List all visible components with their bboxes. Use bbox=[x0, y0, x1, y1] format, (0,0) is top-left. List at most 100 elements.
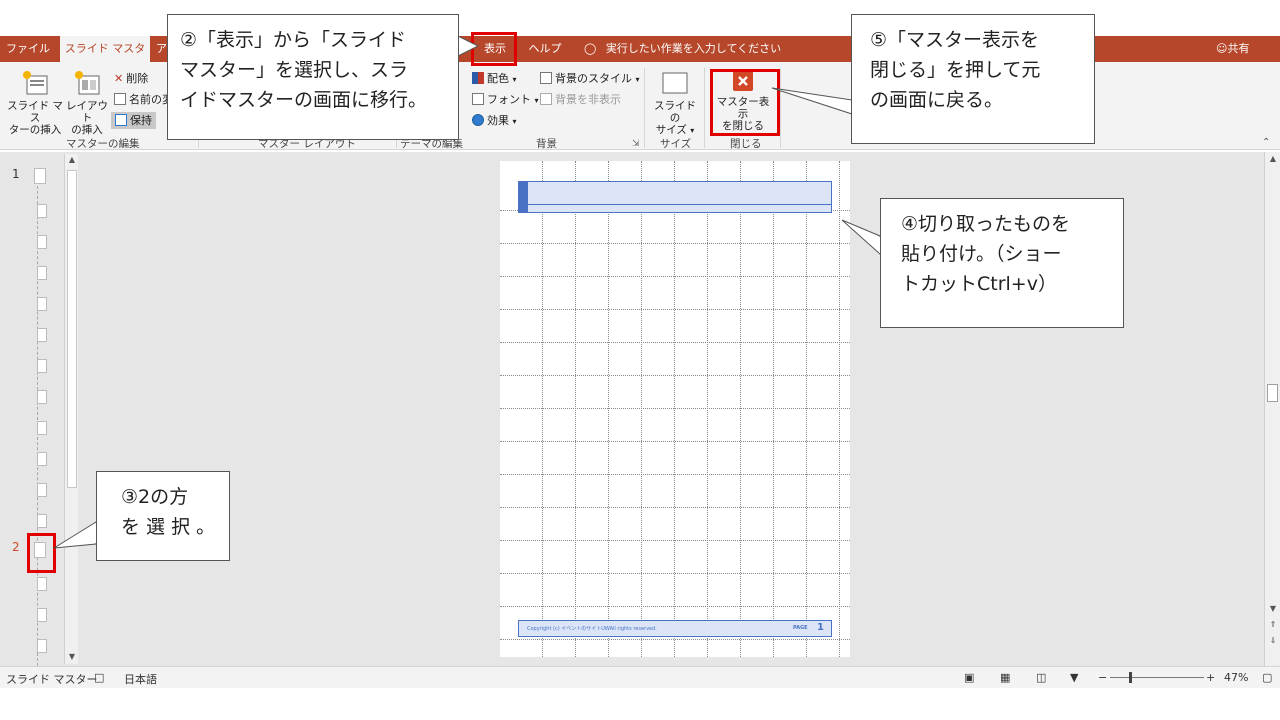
delete-button[interactable]: ✕ 削除 bbox=[114, 72, 148, 85]
rename-button[interactable]: 名前の変 bbox=[114, 93, 173, 106]
highlight-thumbnail-2 bbox=[27, 533, 56, 573]
collapse-ribbon-icon[interactable]: ⌃ bbox=[1262, 136, 1270, 149]
footer-page-number: 1 bbox=[817, 622, 824, 633]
callout-step5-line: ⑤「マスター表示を bbox=[870, 29, 1040, 51]
zoom-level[interactable]: 47% bbox=[1224, 671, 1248, 684]
slide-size-icon bbox=[662, 72, 688, 94]
grid-hline bbox=[500, 507, 850, 508]
hide-background-checkbox[interactable]: 背景を非表示 bbox=[540, 93, 621, 106]
thumbnail-pane: 1 2 ▲ ▼ bbox=[0, 152, 82, 666]
zoom-out-icon[interactable]: − bbox=[1098, 671, 1107, 684]
insert-layout-line1: レイアウト bbox=[66, 100, 108, 124]
grid-vline bbox=[806, 161, 807, 657]
thumbnail-layout[interactable] bbox=[37, 608, 47, 622]
zoom-slider-thumb[interactable] bbox=[1129, 672, 1132, 683]
slide-size-button[interactable]: スライドの サイズ ▾ bbox=[650, 70, 700, 137]
thumbnail-layout[interactable] bbox=[37, 266, 47, 280]
slide-scroll-thumb[interactable] bbox=[1267, 384, 1278, 402]
grid-hline bbox=[500, 606, 850, 607]
callout-step4-line: トカットCtrl+v） bbox=[901, 273, 1057, 295]
thumbnail-scroll-thumb[interactable] bbox=[67, 170, 77, 488]
grid-vline bbox=[707, 161, 708, 657]
checkbox-icon bbox=[540, 93, 552, 105]
grid-hline bbox=[500, 441, 850, 442]
background-styles-button[interactable]: 背景のスタイル ▾ bbox=[540, 72, 640, 86]
footer-copyright: Copyright (c) イベントのサイトUWAll rights reser… bbox=[527, 626, 657, 632]
slide-size-line1: スライドの bbox=[654, 100, 696, 124]
tab-help[interactable]: ヘルプ bbox=[528, 36, 562, 62]
thumbnail-number-2: 2 bbox=[12, 540, 20, 554]
thumbnail-scrollbar[interactable]: ▲ ▼ bbox=[64, 154, 78, 664]
insert-layout-line2: の挿入 bbox=[71, 124, 103, 136]
fit-to-window-icon[interactable]: ▢ bbox=[1262, 671, 1272, 684]
thumbnail-layout[interactable] bbox=[37, 328, 47, 342]
status-view-mode: スライド マスター bbox=[6, 673, 98, 686]
thumbnail-layout[interactable] bbox=[37, 514, 47, 528]
slide-canvas[interactable]: Copyright (c) イベントのサイトUWAll rights reser… bbox=[500, 161, 850, 657]
callout-step4: ④切り取ったものを 貼り付け。（ショー トカットCtrl+v） bbox=[880, 198, 1124, 328]
slide-sorter-icon[interactable]: ▦ bbox=[1000, 671, 1010, 684]
callout-step5-line: の画面に戻る。 bbox=[870, 89, 1004, 111]
scroll-up-icon[interactable]: ▲ bbox=[1266, 154, 1280, 163]
scroll-down-icon[interactable]: ▼ bbox=[1266, 604, 1280, 613]
previous-slide-icon[interactable]: ⇑ bbox=[1266, 620, 1280, 629]
callout-step3-line: を 選 択 。 bbox=[121, 516, 216, 538]
thumbnail-layout[interactable] bbox=[37, 390, 47, 404]
colors-button[interactable]: 配色 ▾ bbox=[472, 72, 517, 86]
background-styles-dropdown-icon: ▾ bbox=[635, 75, 640, 84]
grid-hline bbox=[500, 276, 850, 277]
thumbnail-master-1[interactable] bbox=[34, 168, 46, 184]
insert-slide-master-line2: ターの挿入 bbox=[8, 124, 62, 136]
reading-view-icon[interactable]: ◫ bbox=[1036, 671, 1046, 684]
group-separator bbox=[704, 68, 705, 148]
normal-view-icon[interactable]: ▣ bbox=[964, 671, 974, 684]
preserve-button[interactable]: 保持 bbox=[111, 112, 156, 129]
effects-label: 効果 bbox=[487, 114, 509, 127]
zoom-in-icon[interactable]: + bbox=[1206, 671, 1215, 684]
colors-dropdown-icon: ▾ bbox=[512, 75, 517, 84]
grid-hline bbox=[500, 243, 850, 244]
background-dialog-launcher-icon[interactable]: ⇲ bbox=[632, 138, 640, 151]
group-label-close: 閉じる bbox=[730, 138, 762, 150]
title-underline bbox=[519, 204, 831, 205]
thumbnail-layout[interactable] bbox=[37, 204, 47, 218]
thumbnail-layout[interactable] bbox=[37, 421, 47, 435]
effects-button[interactable]: 効果 ▾ bbox=[472, 114, 517, 128]
tell-me-search[interactable]: ◯ 実行したい作業を入力してください bbox=[584, 36, 781, 62]
thumbnail-layout[interactable] bbox=[37, 235, 47, 249]
insert-layout-button[interactable]: レイアウト の挿入 bbox=[64, 70, 110, 136]
tab-slide-master[interactable]: スライド マスター bbox=[60, 36, 150, 81]
share-button[interactable]: ☺共有 bbox=[1216, 36, 1249, 62]
title-placeholder[interactable] bbox=[518, 181, 832, 213]
accessibility-icon[interactable]: □ bbox=[94, 671, 104, 684]
thumbnail-number-1: 1 bbox=[12, 167, 20, 181]
grid-vline bbox=[740, 161, 741, 657]
callout-step4-line: ④切り取ったものを bbox=[901, 213, 1071, 235]
slideshow-icon[interactable]: ▼ bbox=[1070, 671, 1078, 684]
thumbnail-layout[interactable] bbox=[37, 297, 47, 311]
powerpoint-window: ファイル スライド マスター ア 表示 ヘルプ ◯ 実行したい作業を入力してくだ… bbox=[0, 0, 1280, 720]
insert-slide-master-button[interactable]: スライド マス ターの挿入 bbox=[6, 70, 64, 136]
fonts-label: フォント bbox=[487, 93, 531, 106]
scroll-down-icon[interactable]: ▼ bbox=[65, 652, 79, 661]
scroll-up-icon[interactable]: ▲ bbox=[65, 155, 79, 164]
person-icon: ☺ bbox=[1216, 42, 1228, 55]
effects-dropdown-icon: ▾ bbox=[512, 117, 517, 126]
grid-hline bbox=[500, 408, 850, 409]
next-slide-icon[interactable]: ⇓ bbox=[1266, 636, 1280, 645]
thumbnail-layout[interactable] bbox=[37, 452, 47, 466]
grid-hline bbox=[500, 375, 850, 376]
slide-scrollbar[interactable]: ▲ ▼ ⇑ ⇓ bbox=[1264, 152, 1280, 666]
fonts-button[interactable]: フォント ▾ bbox=[472, 93, 539, 107]
thumbnail-layout[interactable] bbox=[37, 639, 47, 653]
thumbnail-layout[interactable] bbox=[37, 577, 47, 591]
grid-vline bbox=[641, 161, 642, 657]
zoom-slider-track[interactable] bbox=[1110, 677, 1204, 678]
effects-icon bbox=[472, 114, 484, 126]
footer-placeholder[interactable]: Copyright (c) イベントのサイトUWAll rights reser… bbox=[518, 620, 832, 637]
status-language[interactable]: 日本語 bbox=[124, 671, 157, 687]
tab-file[interactable]: ファイル bbox=[0, 36, 56, 62]
thumbnail-layout[interactable] bbox=[37, 483, 47, 497]
grid-hline bbox=[500, 342, 850, 343]
thumbnail-layout[interactable] bbox=[37, 359, 47, 373]
